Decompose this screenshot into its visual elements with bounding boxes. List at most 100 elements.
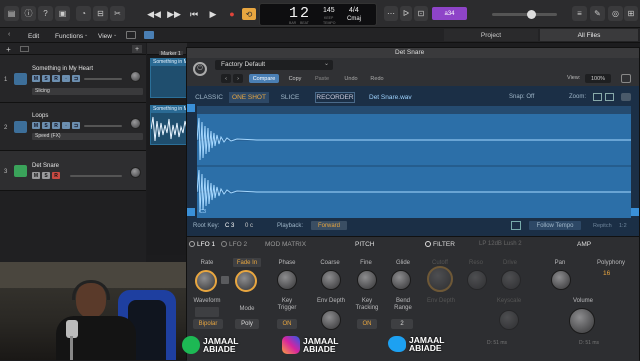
rewind-icon[interactable]: ◀◀ <box>146 9 162 19</box>
waveform-shape-icon[interactable] <box>195 307 219 317</box>
waveform-ruler[interactable] <box>197 106 631 114</box>
copy-button[interactable]: Copy <box>285 74 305 83</box>
input-monitor-button[interactable]: ◦ <box>62 122 70 129</box>
key-tracking-toggle[interactable]: ON <box>357 319 377 329</box>
track-row-3[interactable]: 3 Det Snare M S R <box>0 151 146 191</box>
audio-region[interactable]: Something in My H <box>150 58 187 98</box>
pan-knob[interactable] <box>130 118 141 129</box>
browser-button[interactable]: ⊞ <box>624 6 638 21</box>
view-menu[interactable]: View <box>98 30 112 42</box>
notes-button[interactable]: ✎ <box>590 6 605 21</box>
sample-file-name[interactable]: Det Snare.wav <box>369 94 412 101</box>
catch-playhead-icon[interactable] <box>126 31 136 39</box>
prev-preset-button[interactable]: ‹ <box>221 74 231 83</box>
grid-icon[interactable] <box>144 31 154 39</box>
edit-menu[interactable]: Edit <box>28 30 39 42</box>
repitch-value[interactable]: 1:2 <box>619 223 627 229</box>
record-enable-button[interactable]: R <box>52 122 60 129</box>
follow-tempo-button[interactable]: Follow Tempo <box>529 221 581 230</box>
phase-knob[interactable] <box>277 270 297 290</box>
solo-button[interactable]: ᐅ <box>400 6 412 21</box>
mode-one-shot[interactable]: ONE SHOT <box>229 92 269 103</box>
go-to-start-icon[interactable]: ⏮ <box>186 9 202 19</box>
count-in-button[interactable]: ⊡ <box>414 6 428 21</box>
filter-power-icon[interactable] <box>425 241 431 247</box>
track-plugin-slot[interactable]: Slicing <box>32 88 143 95</box>
redo-button[interactable]: Redo <box>367 74 387 83</box>
undo-button[interactable]: Undo <box>341 74 361 83</box>
root-key-value[interactable]: C 3 <box>225 223 234 229</box>
polyphony-value[interactable]: 16 <box>603 270 610 277</box>
playback-menu[interactable]: Forward <box>311 221 347 230</box>
view-zoom-menu[interactable]: 100% <box>585 74 611 83</box>
bend-range-menu[interactable]: 2 <box>391 319 413 329</box>
track-volume-slider[interactable] <box>84 125 122 127</box>
sync-icon[interactable] <box>221 276 229 284</box>
start-marker-bottom[interactable] <box>187 208 195 216</box>
loop-browser-button[interactable]: ◎ <box>608 6 623 21</box>
track-volume-slider[interactable] <box>84 78 122 80</box>
mode-classic[interactable]: CLASSIC <box>193 92 225 103</box>
mode-slice[interactable]: SLICE <box>277 92 303 103</box>
mute-button[interactable]: M <box>32 75 40 82</box>
solo-button[interactable]: S <box>42 75 50 82</box>
input-monitor-button[interactable]: ◦ <box>62 75 70 82</box>
cutoff-knob[interactable] <box>427 266 453 292</box>
play-icon[interactable]: ▶ <box>205 9 221 19</box>
track-row-1[interactable]: 1 Something in My Heart M S R ◦ ⊐ Slicin… <box>0 55 146 103</box>
project-tab[interactable]: Project <box>444 29 538 41</box>
next-preset-button[interactable]: › <box>233 74 243 83</box>
inspector-button[interactable]: ⓘ <box>21 6 36 21</box>
list-editor-button[interactable]: ≡ <box>572 6 587 21</box>
zoom-fit-icon[interactable] <box>593 93 602 101</box>
master-volume-slider[interactable] <box>492 13 557 16</box>
drive-knob[interactable] <box>501 270 521 290</box>
back-chevron-icon[interactable]: ‹ <box>8 31 10 38</box>
smart-controls-button[interactable]: ◔ <box>76 6 91 21</box>
coarse-knob[interactable] <box>321 270 341 290</box>
functions-menu[interactable]: Functions <box>55 30 83 42</box>
add-track-button[interactable]: + <box>4 45 13 54</box>
help-button[interactable]: ? <box>38 6 53 21</box>
audio-region[interactable]: Something in My H <box>150 105 188 145</box>
zoom-in-icon[interactable] <box>605 93 614 101</box>
pan-knob[interactable] <box>130 71 141 82</box>
track-lock-button[interactable]: ⊐ <box>72 122 80 129</box>
paste-button[interactable]: Paste <box>311 74 333 83</box>
cycle-icon[interactable]: ⟲ <box>242 8 256 20</box>
volume-knob[interactable] <box>569 308 595 334</box>
recorder-button[interactable]: RECORDER <box>315 92 355 103</box>
key-trigger-toggle[interactable]: ON <box>277 319 297 329</box>
power-icon[interactable]: ⏻ <box>193 62 207 76</box>
forward-icon[interactable]: ▶▶ <box>166 9 182 19</box>
record-enable-button[interactable]: R <box>52 75 60 82</box>
mute-button[interactable]: M <box>32 122 40 129</box>
mixer-button[interactable]: ⊟ <box>93 6 108 21</box>
end-marker-handle[interactable] <box>631 208 639 216</box>
loop-icon[interactable] <box>511 221 521 230</box>
waveform-menu[interactable]: Bipolar <box>193 319 223 329</box>
fine-knob[interactable] <box>357 270 377 290</box>
track-row-2[interactable]: 2 Loops M S R ◦ ⊐ Speed (FX) <box>0 103 146 151</box>
link-icon[interactable] <box>621 74 631 83</box>
keyscale-knob[interactable] <box>499 310 519 330</box>
reso-knob[interactable] <box>467 270 487 290</box>
global-tracks-button[interactable]: + <box>132 45 142 53</box>
pan-knob[interactable] <box>130 167 141 178</box>
snap-menu[interactable]: Snap: Off <box>509 94 534 100</box>
library-button[interactable]: ▤ <box>4 6 19 21</box>
all-files-tab[interactable]: All Files <box>540 29 638 41</box>
record-icon[interactable]: ● <box>224 9 240 19</box>
record-enable-button[interactable]: R <box>52 172 60 179</box>
track-lock-button[interactable]: ⊐ <box>72 75 80 82</box>
glide-knob[interactable] <box>391 270 411 290</box>
lcd-display[interactable]: 1 2 BAR BEAT 145 KEEP TEMPO 4/4 Cmaj <box>259 3 377 26</box>
lfo1-power-icon[interactable] <box>189 241 195 247</box>
track-plugin-slot[interactable]: Speed (FX) <box>32 133 143 140</box>
env-depth-knob[interactable] <box>321 310 341 330</box>
start-marker-handle[interactable] <box>187 104 195 112</box>
mod-matrix-tab[interactable]: MOD MATRIX <box>265 241 306 248</box>
editors-button[interactable]: ✂ <box>110 6 125 21</box>
toolbar-button[interactable]: ▣ <box>55 6 70 21</box>
lfo2-tab[interactable]: LFO 2 <box>229 241 247 248</box>
